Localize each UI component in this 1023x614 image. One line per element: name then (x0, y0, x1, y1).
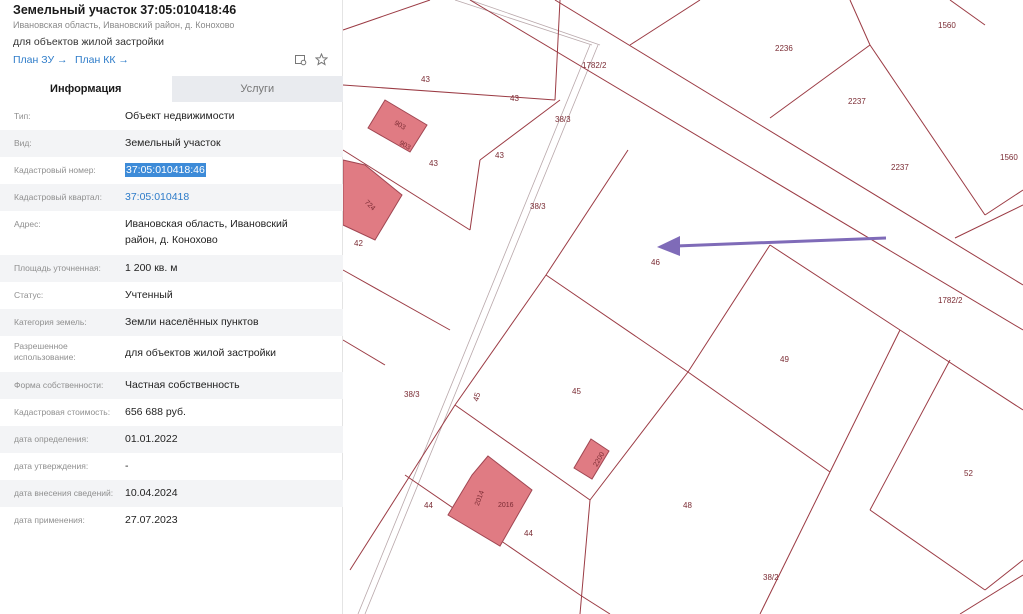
row-value: 27.07.2023 (125, 514, 178, 526)
row-value: Земельный участок (125, 137, 221, 149)
parcel-label: 44 (524, 529, 533, 538)
table-row: Вид: Земельный участок (0, 130, 343, 157)
table-row: дата внесения сведений: 10.04.2024 (0, 480, 343, 507)
row-label: дата применения: (14, 515, 85, 525)
panel-use: для объектов жилой застройки (13, 36, 164, 48)
row-label: Кадастровый номер: (14, 165, 96, 175)
row-value: Частная собственность (125, 379, 240, 391)
row-value: 10.04.2024 (125, 487, 178, 499)
parcel-label: 1560 (1000, 153, 1018, 162)
tab-services[interactable]: Услуги (171, 76, 343, 102)
row-value: - (125, 460, 129, 472)
row-label: использование: (14, 352, 76, 362)
cadastral-quarter-link[interactable]: 37:05:010418 (125, 190, 189, 204)
parcel-label: 2236 (775, 44, 793, 53)
map-icon[interactable] (293, 53, 307, 67)
plan-zu-link[interactable]: План ЗУ → (13, 54, 68, 66)
row-label: Статус: (14, 290, 44, 300)
table-row: Кадастровый квартал: 37:05:010418 (0, 184, 343, 211)
parcel-label: 43 (421, 75, 430, 84)
row-label: Кадастровый квартал: (14, 192, 102, 202)
cadastral-number-value[interactable]: 37:05:010418:46 (125, 163, 206, 177)
table-row: Тип: Объект недвижимости (0, 103, 343, 130)
table-row: Форма собственности: Частная собственнос… (0, 372, 343, 399)
info-panel: Земельный участок 37:05:010418:46 Иванов… (0, 0, 343, 614)
parcel-label: 1560 (938, 21, 956, 30)
row-value: район, д. Конохово (125, 234, 218, 246)
parcel-label: 43 (495, 151, 504, 160)
panel-address: Ивановская область, Ивановский район, д.… (13, 20, 235, 30)
star-icon[interactable] (314, 52, 328, 67)
tab-info[interactable]: Информация (0, 76, 172, 102)
table-row: Площадь уточненная: 1 200 кв. м (0, 255, 343, 282)
parcel-label: 38/3 (555, 115, 571, 124)
plan-kk-link[interactable]: План КК → (75, 54, 129, 66)
parcel-label: 1782/2 (938, 296, 963, 305)
panel-tabs: Информация Услуги (0, 76, 343, 102)
row-value: Земли населённых пунктов (125, 316, 259, 328)
parcel-label: 49 (780, 355, 789, 364)
parcel-label: 38/3 (530, 202, 546, 211)
table-row: дата применения: 27.07.2023 (0, 507, 343, 534)
panel-title: Земельный участок 37:05:010418:46 (13, 3, 237, 17)
parcel-label: 2237 (848, 97, 866, 106)
row-label: Тип: (14, 111, 31, 121)
table-row: Категория земель: Земли населённых пункт… (0, 309, 343, 336)
parcel-label: 1782/2 (582, 61, 607, 70)
parcel-label: 42 (354, 239, 363, 248)
table-row: Кадастровый номер: 37:05:010418:46 (0, 157, 343, 184)
row-label: Разрешенное (14, 341, 68, 351)
row-value: 1 200 кв. м (125, 262, 178, 274)
row-label: дата внесения сведений: (14, 488, 114, 498)
parcel-label: 38/3 (404, 390, 420, 399)
building-label: 2016 (498, 502, 514, 509)
table-row: дата утверждения: - (0, 453, 343, 480)
row-value: Объект недвижимости (125, 110, 235, 122)
table-row: Кадастровая стоимость: 656 688 руб. (0, 399, 343, 426)
row-value: для объектов жилой застройки (125, 347, 276, 359)
row-value: 01.01.2022 (125, 433, 178, 445)
parcel-label: 46 (651, 258, 660, 267)
row-value: Ивановская область, Ивановский (125, 218, 288, 230)
row-value: Учтенный (125, 289, 173, 301)
table-row: Статус: Учтенный (0, 282, 343, 309)
row-label: Форма собственности: (14, 380, 104, 390)
parcel-label: 2237 (891, 163, 909, 172)
row-label: Вид: (14, 138, 32, 148)
parcel-label: 52 (964, 469, 973, 478)
parcel-label: 44 (424, 501, 433, 510)
table-row: дата определения: 01.01.2022 (0, 426, 343, 453)
table-row: Адрес: Ивановская область, Ивановский ра… (0, 211, 343, 255)
row-label: Площадь уточненная: (14, 263, 101, 273)
row-label: Категория земель: (14, 317, 87, 327)
parcel-label: 45 (572, 387, 581, 396)
row-label: Кадастровая стоимость: (14, 407, 111, 417)
table-row: Разрешенное использование: для объектов … (0, 336, 343, 372)
parcel-label: 43 (510, 94, 519, 103)
row-value: 656 688 руб. (125, 406, 186, 418)
row-label: Адрес: (14, 219, 41, 229)
row-label: дата утверждения: (14, 461, 89, 471)
parcel-label: 38/2 (763, 573, 779, 582)
row-label: дата определения: (14, 434, 89, 444)
parcel-label: 48 (683, 501, 692, 510)
parcel-label: 43 (429, 159, 438, 168)
